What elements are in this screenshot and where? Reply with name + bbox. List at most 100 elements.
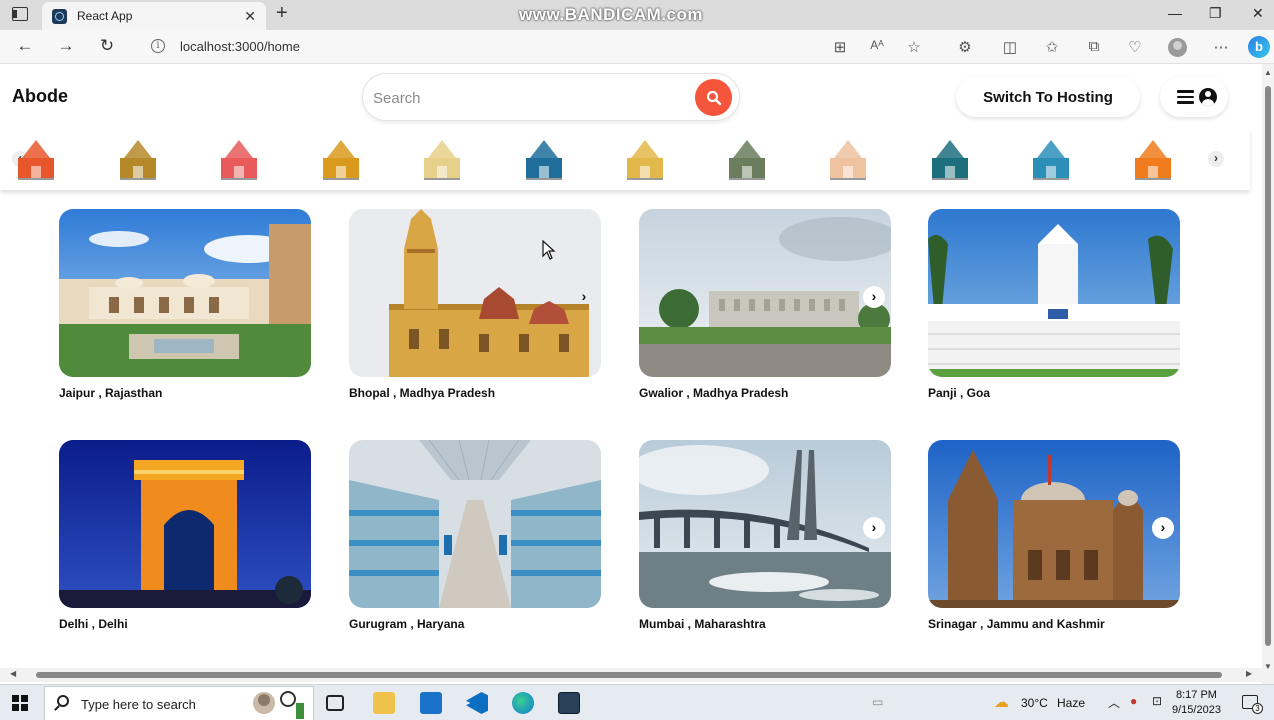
listing-card[interactable]: Delhi , Delhi xyxy=(59,440,311,631)
url-field[interactable]: localhost:3000/home xyxy=(180,39,300,54)
image-next-arrow[interactable]: › xyxy=(863,286,885,308)
profile-avatar-icon[interactable] xyxy=(1168,38,1187,57)
gate-icon[interactable] xyxy=(319,136,363,182)
bing-copilot-icon[interactable]: b xyxy=(1248,36,1270,58)
listing-image-srinagar[interactable]: › xyxy=(928,440,1180,608)
collections-icon[interactable]: ⧉ xyxy=(1085,38,1103,55)
close-tab-icon[interactable]: ✕ xyxy=(244,9,256,23)
scroll-right-icon[interactable]: ▶ xyxy=(1246,669,1252,678)
taj-icon[interactable] xyxy=(420,136,464,182)
category-next-arrow[interactable]: › xyxy=(1208,151,1224,167)
search-button[interactable] xyxy=(695,79,732,116)
recording-icon[interactable]: ● xyxy=(1130,694,1137,708)
listing-title: Gwalior , Madhya Pradesh xyxy=(639,386,789,400)
listing-image-delhi[interactable] xyxy=(59,440,311,608)
hamburger-icon xyxy=(1177,90,1194,104)
listing-card[interactable]: Gurugram , Haryana xyxy=(349,440,601,631)
browser-essentials-icon[interactable]: ♡ xyxy=(1126,38,1144,56)
fort-icon[interactable] xyxy=(14,136,58,182)
pagoda-icon[interactable] xyxy=(1131,136,1175,182)
more-options-icon[interactable]: ⋯ xyxy=(1212,38,1230,56)
image-next-arrow[interactable]: › xyxy=(863,517,885,539)
refresh-icon[interactable]: ↻ xyxy=(96,36,118,56)
cave-icon[interactable] xyxy=(725,136,769,182)
notification-badge: 3 xyxy=(1252,703,1263,714)
edge-icon[interactable] xyxy=(512,692,534,714)
recording-watermark: www.BANDICAM.com xyxy=(519,5,703,24)
weather-temperature[interactable]: 30°C xyxy=(1021,696,1048,710)
listing-card[interactable]: › Gwalior , Madhya Pradesh xyxy=(639,209,891,400)
listing-title: Srinagar , Jammu and Kashmir xyxy=(928,617,1105,631)
listing-title: Bhopal , Madhya Pradesh xyxy=(349,386,496,400)
vscode-icon[interactable] xyxy=(466,692,488,714)
chevron-up-icon[interactable]: ︿ xyxy=(1108,694,1120,711)
task-view-icon[interactable] xyxy=(326,695,344,711)
vertical-scroll-thumb[interactable] xyxy=(1265,86,1271,646)
site-logo[interactable]: Abode xyxy=(12,86,68,107)
beach-icon[interactable] xyxy=(217,136,261,182)
file-explorer-icon[interactable] xyxy=(373,692,395,714)
app-available-icon[interactable]: ⊞ xyxy=(831,38,849,56)
network-icon[interactable]: ⊡ xyxy=(1152,694,1162,708)
search-input[interactable] xyxy=(373,82,683,114)
listing-image-gurugram[interactable] xyxy=(349,440,601,608)
favorites-icon[interactable]: ✩ xyxy=(1043,38,1061,56)
forward-icon[interactable]: → xyxy=(55,36,77,56)
listing-title: Panji , Goa xyxy=(928,386,991,400)
listing-title: Mumbai , Maharashtra xyxy=(639,617,766,631)
clock-time: 8:17 PM xyxy=(1175,689,1217,701)
weather-icon[interactable]: ☁ xyxy=(994,693,1009,711)
site-info-icon[interactable]: i xyxy=(151,39,165,53)
listing-image-gwalior[interactable]: › xyxy=(639,209,891,377)
split-screen-icon[interactable]: ◫ xyxy=(1001,38,1019,56)
listing-title: Gurugram , Haryana xyxy=(349,617,465,631)
tab-actions-icon[interactable] xyxy=(12,7,28,21)
cottage-icon[interactable] xyxy=(1029,136,1073,182)
user-menu-button[interactable] xyxy=(1160,77,1228,117)
scroll-down-icon[interactable]: ▼ xyxy=(1264,662,1272,671)
windows-start-icon[interactable] xyxy=(12,695,28,711)
vertical-scrollbar[interactable]: ▲ ▼ xyxy=(1262,64,1274,684)
image-next-arrow[interactable]: › xyxy=(1152,517,1174,539)
browser-tab[interactable]: React App ✕ xyxy=(42,2,266,30)
listing-image-panji[interactable] xyxy=(928,209,1180,377)
scroll-left-icon[interactable]: ◀ xyxy=(10,669,16,678)
tray-app-icon[interactable]: ▭ xyxy=(872,695,883,709)
mouse-cursor-icon xyxy=(542,240,556,260)
restore-icon[interactable]: ❐ xyxy=(1209,5,1222,22)
listing-card[interactable]: › Mumbai , Maharashtra xyxy=(639,440,891,631)
listing-image-mumbai[interactable]: › xyxy=(639,440,891,608)
close-window-icon[interactable]: ✕ xyxy=(1252,5,1264,22)
garden-icon[interactable] xyxy=(928,136,972,182)
mail-icon[interactable] xyxy=(420,692,442,714)
favorite-star-icon[interactable]: ☆ xyxy=(905,38,923,56)
search-icon xyxy=(57,695,69,707)
listing-card[interactable]: Panji , Goa xyxy=(928,209,1180,400)
listing-image-jaipur[interactable] xyxy=(59,209,311,377)
read-aloud-icon[interactable]: Aᴬ xyxy=(868,38,886,52)
switch-to-hosting-button[interactable]: Switch To Hosting xyxy=(956,77,1140,117)
listing-card[interactable]: › Bhopal , Madhya Pradesh xyxy=(349,209,601,400)
minimize-icon[interactable]: — xyxy=(1168,5,1182,21)
windows-taskbar: Type here to search ▭ ☁ 30°C Haze ︿ ● ⊡ … xyxy=(0,684,1274,720)
weather-description[interactable]: Haze xyxy=(1057,696,1085,710)
horizontal-scroll-thumb[interactable] xyxy=(36,672,1222,678)
page-viewport: Abode Switch To Hosting ‹ › xyxy=(0,64,1262,684)
scroll-up-icon[interactable]: ▲ xyxy=(1264,68,1272,77)
church-icon[interactable] xyxy=(623,136,667,182)
listing-card[interactable]: Jaipur , Rajasthan xyxy=(59,209,311,400)
extensions-icon[interactable]: ⚙ xyxy=(956,38,974,56)
back-icon[interactable]: ← xyxy=(14,36,36,56)
new-tab-icon[interactable]: + xyxy=(276,3,288,23)
horizontal-scrollbar[interactable]: ◀ ▶ xyxy=(0,668,1262,682)
listing-image-bhopal[interactable]: › xyxy=(349,209,601,377)
temple-icon[interactable] xyxy=(826,136,870,182)
mountain-icon[interactable] xyxy=(522,136,566,182)
taskbar-search-placeholder: Type here to search xyxy=(81,697,196,712)
taskbar-search-box[interactable]: Type here to search xyxy=(44,686,314,720)
palace-icon[interactable] xyxy=(116,136,160,182)
terminal-app-icon[interactable] xyxy=(558,692,580,714)
system-clock[interactable]: 8:17 PM 9/15/2023 xyxy=(1172,688,1221,718)
listing-card[interactable]: › Srinagar , Jammu and Kashmir xyxy=(928,440,1180,631)
image-next-arrow[interactable]: › xyxy=(573,286,595,308)
